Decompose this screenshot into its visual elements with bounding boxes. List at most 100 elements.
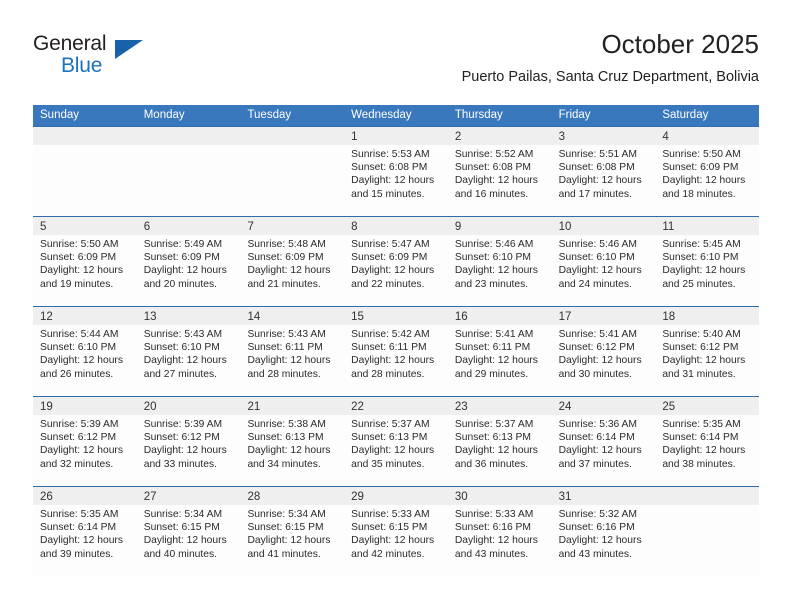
day-detail-line: Sunset: 6:14 PM	[662, 432, 739, 444]
day-number-strip: 5	[33, 217, 137, 235]
day-cell[interactable]: 12 Sunrise: 5:44 AM Sunset: 6:10 PM Dayligh…	[33, 307, 137, 396]
day-details: Sunrise: 5:33 AM Sunset: 6:16 PM Daylight:…	[448, 505, 552, 561]
day-number: 27	[143, 491, 157, 503]
day-number: 22	[351, 401, 364, 413]
day-detail-line: Sunrise: 5:35 AM	[662, 419, 741, 430]
page-title: October 2025	[601, 29, 759, 59]
day-detail-line: Sunrise: 5:32 AM	[558, 509, 638, 520]
day-cell[interactable]: 23 Sunrise: 5:37 AM Sunset: 6:13 PM Dayligh…	[447, 397, 552, 486]
day-number-strip: 9	[447, 217, 552, 235]
day-detail-line: Sunset: 6:10 PM	[558, 252, 635, 264]
day-detail-line: Sunrise: 5:50 AM	[662, 149, 741, 160]
day-cell[interactable]: 22 Sunrise: 5:37 AM Sunset: 6:13 PM Dayligh…	[344, 397, 448, 486]
day-number-strip: 8	[344, 217, 448, 235]
day-detail-line: Sunset: 6:09 PM	[247, 252, 324, 264]
day-detail-line: and 18 minutes.	[662, 188, 736, 200]
day-detail-line: Sunrise: 5:41 AM	[558, 329, 638, 340]
day-cell[interactable]: 20 Sunrise: 5:39 AM Sunset: 6:12 PM Dayligh…	[136, 397, 241, 486]
day-number-strip: 31	[551, 487, 656, 505]
day-number: 21	[247, 401, 261, 413]
day-details: Sunrise: 5:33 AM Sunset: 6:15 PM Daylight:…	[344, 505, 448, 561]
day-detail-line: Daylight: 12 hours	[454, 445, 538, 457]
day-cell[interactable]: 30 Sunrise: 5:33 AM Sunset: 6:16 PM Dayligh…	[447, 487, 552, 576]
day-number-strip	[655, 487, 760, 505]
day-number: 29	[351, 491, 364, 503]
day-cell[interactable]: 31 Sunrise: 5:32 AM Sunset: 6:16 PM Dayligh…	[551, 487, 656, 576]
day-cell[interactable]: 29 Sunrise: 5:33 AM Sunset: 6:15 PM Dayligh…	[344, 487, 448, 576]
day-detail-line: Daylight: 12 hours	[247, 445, 331, 457]
day-detail-line: Sunrise: 5:47 AM	[351, 239, 430, 250]
day-detail-line: and 37 minutes.	[558, 458, 632, 470]
day-cell[interactable]: 28 Sunrise: 5:34 AM Sunset: 6:15 PM Dayligh…	[240, 487, 345, 576]
day-number-strip: 2	[447, 127, 552, 145]
day-cell[interactable]: 4 Sunrise: 5:50 AM Sunset: 6:09 PM Daylight…	[655, 127, 760, 216]
day-cell[interactable]: 5 Sunrise: 5:50 AM Sunset: 6:09 PM Daylight…	[33, 217, 137, 306]
day-details: Sunrise: 5:32 AM Sunset: 6:16 PM Daylight:…	[552, 505, 656, 561]
day-detail-line: and 43 minutes.	[454, 548, 529, 560]
day-details: Sunrise: 5:46 AM Sunset: 6:10 PM Daylight:…	[448, 235, 552, 291]
day-number-strip: 26	[33, 487, 137, 505]
day-details: Sunrise: 5:39 AM Sunset: 6:12 PM Daylight:…	[137, 415, 241, 471]
day-cell[interactable]: 8 Sunrise: 5:47 AM Sunset: 6:09 PM Daylight…	[344, 217, 448, 306]
day-detail-line: Sunrise: 5:53 AM	[351, 149, 430, 160]
day-number-strip: 3	[551, 127, 656, 145]
day-cell-empty	[136, 127, 241, 216]
day-cell[interactable]: 11 Sunrise: 5:45 AM Sunset: 6:10 PM Dayligh…	[655, 217, 760, 306]
day-detail-line: Sunrise: 5:42 AM	[351, 329, 430, 340]
day-detail-line: Sunrise: 5:39 AM	[40, 419, 119, 430]
day-detail-line: Daylight: 12 hours	[351, 445, 435, 457]
day-detail-line: Sunrise: 5:44 AM	[40, 329, 119, 340]
day-detail-line: Sunrise: 5:34 AM	[143, 509, 223, 520]
day-number: 7	[247, 221, 254, 233]
day-detail-line: Sunset: 6:08 PM	[558, 162, 635, 174]
day-details: Sunrise: 5:35 AM Sunset: 6:14 PM Daylight:…	[33, 505, 137, 561]
day-cell[interactable]: 25 Sunrise: 5:35 AM Sunset: 6:14 PM Dayligh…	[655, 397, 760, 486]
day-detail-line: Sunset: 6:14 PM	[558, 432, 635, 444]
day-number: 2	[454, 131, 462, 143]
calendar-weeks: 1 Sunrise: 5:53 AM Sunset: 6:08 PM Daylight…	[33, 126, 760, 576]
day-cell[interactable]: 16 Sunrise: 5:41 AM Sunset: 6:11 PM Dayligh…	[447, 307, 552, 396]
day-cell[interactable]: 21 Sunrise: 5:38 AM Sunset: 6:13 PM Dayligh…	[240, 397, 345, 486]
day-cell[interactable]: 7 Sunrise: 5:48 AM Sunset: 6:09 PM Daylight…	[240, 217, 345, 306]
weekday-header-tuesday: Tuesday	[247, 109, 292, 121]
day-cell[interactable]: 26 Sunrise: 5:35 AM Sunset: 6:14 PM Dayligh…	[33, 487, 137, 576]
day-detail-line: Daylight: 12 hours	[662, 265, 746, 277]
day-number-strip: 20	[136, 397, 241, 415]
day-details: Sunrise: 5:34 AM Sunset: 6:15 PM Daylight:…	[240, 505, 344, 561]
day-cell[interactable]: 14 Sunrise: 5:43 AM Sunset: 6:11 PM Dayligh…	[240, 307, 345, 396]
day-cell[interactable]: 17 Sunrise: 5:41 AM Sunset: 6:12 PM Dayligh…	[551, 307, 656, 396]
day-number-strip: 25	[655, 397, 760, 415]
day-details	[33, 145, 137, 148]
day-number: 17	[558, 311, 572, 323]
day-detail-line: Daylight: 12 hours	[143, 445, 227, 457]
day-detail-line: Sunset: 6:14 PM	[40, 522, 117, 534]
day-cell[interactable]: 9 Sunrise: 5:46 AM Sunset: 6:10 PM Daylight…	[447, 217, 552, 306]
day-details: Sunrise: 5:43 AM Sunset: 6:11 PM Daylight:…	[240, 325, 344, 381]
day-detail-line: Sunrise: 5:41 AM	[454, 329, 534, 340]
day-detail-line: Daylight: 12 hours	[351, 535, 435, 547]
day-detail-line: Daylight: 12 hours	[558, 265, 642, 277]
day-number-strip: 19	[33, 397, 137, 415]
day-detail-line: and 22 minutes.	[351, 278, 425, 290]
weekday-header-friday: Friday	[558, 109, 591, 121]
day-number: 28	[247, 491, 261, 503]
day-cell[interactable]: 1 Sunrise: 5:53 AM Sunset: 6:08 PM Daylight…	[344, 127, 448, 216]
day-cell[interactable]: 19 Sunrise: 5:39 AM Sunset: 6:12 PM Dayligh…	[33, 397, 137, 486]
day-detail-line: Daylight: 12 hours	[558, 355, 642, 367]
day-details: Sunrise: 5:50 AM Sunset: 6:09 PM Daylight:…	[33, 235, 137, 291]
day-detail-line: Daylight: 12 hours	[247, 535, 331, 547]
day-cell[interactable]: 15 Sunrise: 5:42 AM Sunset: 6:11 PM Dayligh…	[344, 307, 448, 396]
day-cell[interactable]: 27 Sunrise: 5:34 AM Sunset: 6:15 PM Dayligh…	[136, 487, 241, 576]
day-details: Sunrise: 5:45 AM Sunset: 6:10 PM Daylight:…	[655, 235, 759, 291]
day-details: Sunrise: 5:52 AM Sunset: 6:08 PM Daylight:…	[448, 145, 552, 201]
day-cell[interactable]: 3 Sunrise: 5:51 AM Sunset: 6:08 PM Daylight…	[551, 127, 656, 216]
day-number-strip	[136, 127, 241, 145]
day-cell[interactable]: 24 Sunrise: 5:36 AM Sunset: 6:14 PM Dayligh…	[551, 397, 656, 486]
day-cell[interactable]: 18 Sunrise: 5:40 AM Sunset: 6:12 PM Dayligh…	[655, 307, 760, 396]
day-detail-line: Sunset: 6:09 PM	[351, 252, 428, 264]
day-cell[interactable]: 13 Sunrise: 5:43 AM Sunset: 6:10 PM Dayligh…	[136, 307, 241, 396]
day-cell[interactable]: 10 Sunrise: 5:46 AM Sunset: 6:10 PM Dayligh…	[551, 217, 656, 306]
day-cell[interactable]: 6 Sunrise: 5:49 AM Sunset: 6:09 PM Daylight…	[136, 217, 241, 306]
day-cell[interactable]: 2 Sunrise: 5:52 AM Sunset: 6:08 PM Daylight…	[447, 127, 552, 216]
general-blue-logo[interactable]: General Blue	[33, 32, 173, 84]
